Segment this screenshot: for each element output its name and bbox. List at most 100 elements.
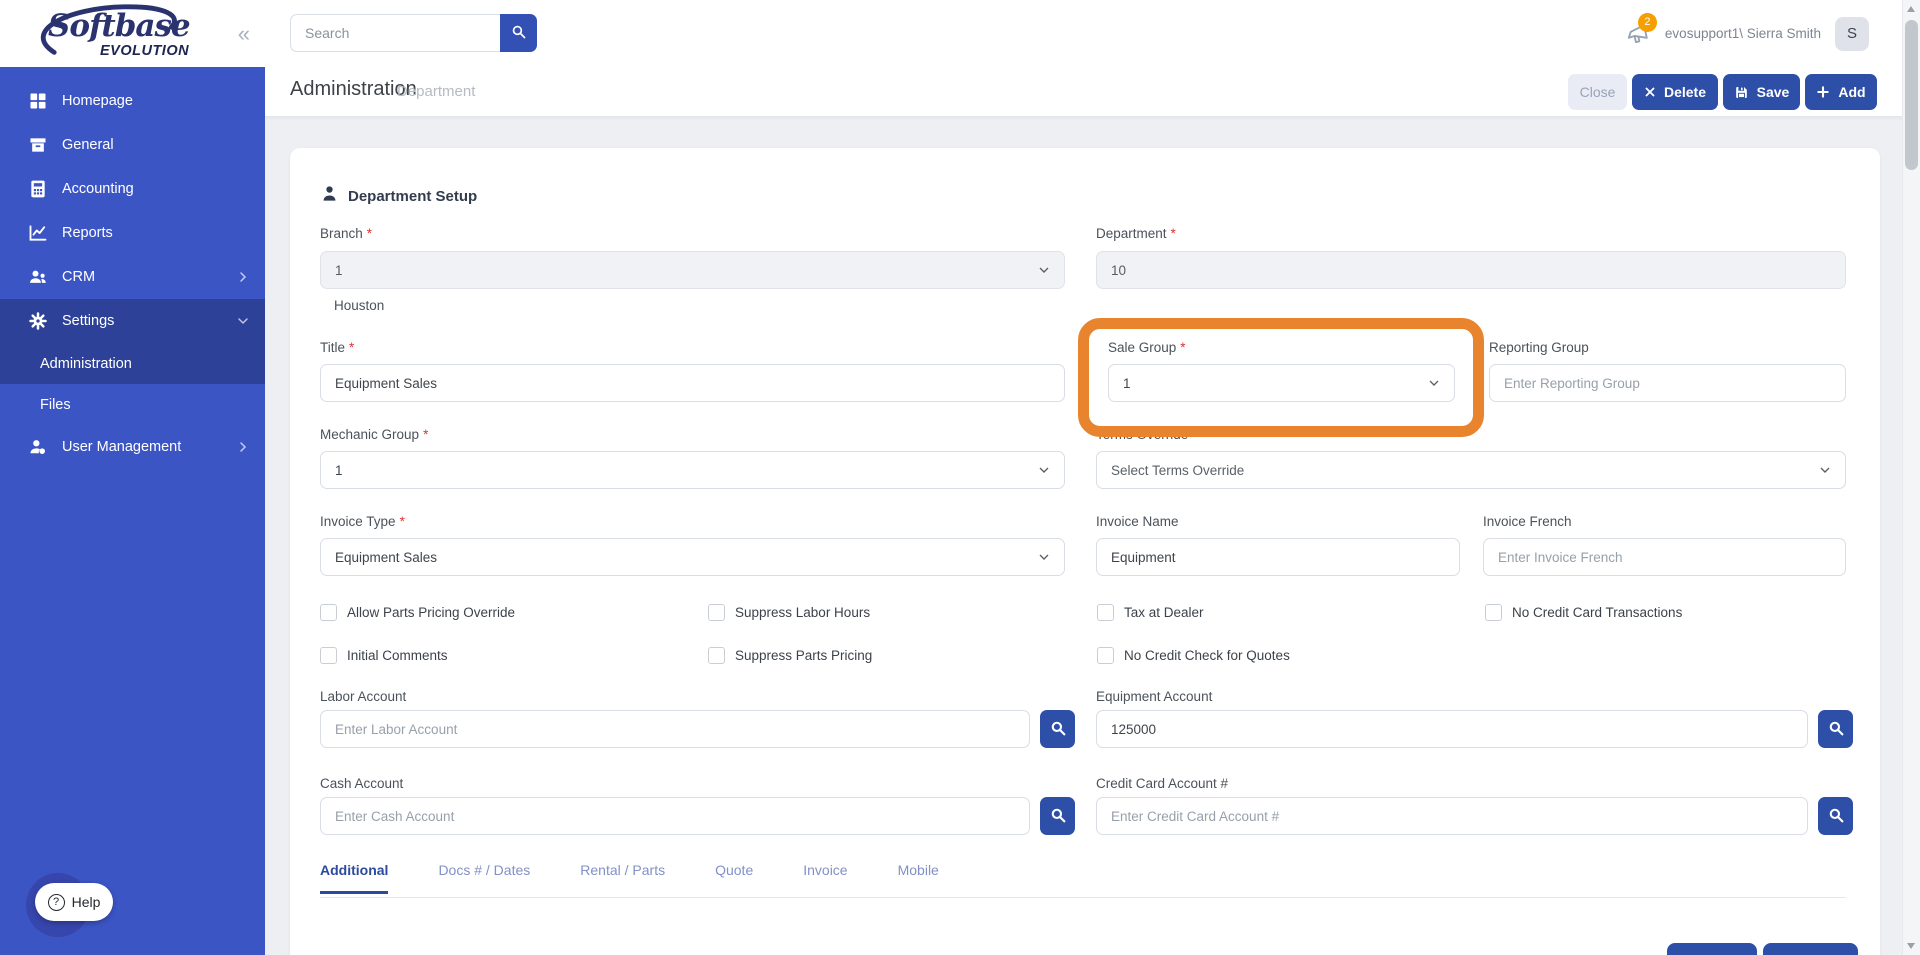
checkbox[interactable] [320,604,337,621]
save-icon [1734,85,1749,100]
equipment-account-input[interactable] [1096,710,1808,748]
mechanic-group-label: Mechanic Group * [320,427,429,442]
checkbox-label: Initial Comments [347,648,448,663]
labor-account-search-button[interactable] [1040,710,1075,748]
sidebar-item-settings[interactable]: Settings [0,299,265,343]
content-area: Department Setup Branch * 1 Houston Depar… [265,116,1903,955]
labor-account-input[interactable] [320,710,1030,748]
bottom-action-button-2[interactable] [1763,943,1858,955]
invoice-name-label: Invoice Name [1096,514,1179,529]
checkbox-label: Tax at Dealer [1124,605,1204,620]
branch-value: 1 [335,262,343,278]
sidebar-item-accounting[interactable]: Accounting [0,167,265,211]
tab-quote[interactable]: Quote [715,862,753,894]
scrollbar-thumb[interactable] [1905,20,1918,170]
save-button[interactable]: Save [1723,74,1800,110]
checkbox-allow-parts-pricing-override: Allow Parts Pricing Override [320,604,515,621]
notifications-button[interactable]: 2 [1625,12,1657,47]
checkbox[interactable] [1097,604,1114,621]
reporting-group-input[interactable] [1489,364,1846,402]
avatar[interactable]: S [1835,16,1869,51]
search-input[interactable] [290,14,500,52]
help-button[interactable]: ? Help [35,883,113,921]
invoice-type-select[interactable]: Equipment Sales [320,538,1065,576]
tab-docs-dates[interactable]: Docs # / Dates [438,862,530,894]
detail-tabs: Additional Docs # / Dates Rental / Parts… [320,862,939,894]
sidebar-item-user-management[interactable]: User Management [0,425,265,469]
app-root: Softbase EVOLUTION « Homepage General Ac… [0,0,1920,955]
sidebar-item-administration[interactable]: Administration [0,343,265,384]
invoice-type-value: Equipment Sales [335,549,438,565]
tab-mobile[interactable]: Mobile [898,862,939,894]
checkbox-label: No Credit Card Transactions [1512,605,1683,620]
chevron-right-icon [237,441,249,453]
checkbox-label: Allow Parts Pricing Override [347,605,516,620]
invoice-name-input[interactable] [1096,538,1460,576]
person-icon [320,184,339,203]
sidebar-item-crm[interactable]: CRM [0,255,265,299]
calculator-icon [28,179,48,199]
terms-override-select[interactable]: Select Terms Override [1096,451,1846,489]
branch-helper-text: Houston [334,298,385,313]
checkbox[interactable] [1485,604,1502,621]
department-setup-card: Department Setup Branch * 1 Houston Depar… [290,148,1880,955]
title-input[interactable] [320,364,1065,402]
sidebar-item-homepage[interactable]: Homepage [0,79,265,123]
bottom-action-button-1[interactable] [1667,943,1757,955]
chart-icon [28,223,48,243]
sidebar-collapse-icon[interactable]: « [238,21,250,47]
mechanic-group-value: 1 [335,462,343,478]
mechanic-group-select[interactable]: 1 [320,451,1065,489]
department-input[interactable] [1096,251,1846,289]
title-label: Title * [320,340,355,355]
topbar: 2 evosupport1\ Sierra Smith S [265,0,1903,68]
search-button[interactable] [500,14,537,52]
tab-invoice[interactable]: Invoice [803,862,847,894]
sale-group-select[interactable]: 1 [1108,364,1455,402]
checkbox[interactable] [1097,647,1114,664]
invoice-french-label: Invoice French [1483,514,1572,529]
checkbox-suppress-labor-hours: Suppress Labor Hours [708,604,870,621]
checkbox[interactable] [708,647,725,664]
branch-select[interactable]: 1 [320,251,1065,289]
cash-account-search-button[interactable] [1040,797,1075,835]
branch-label: Branch * [320,226,373,241]
search-icon [1049,719,1067,740]
tab-rental-parts[interactable]: Rental / Parts [580,862,665,894]
scroll-down-arrow-icon[interactable] [1907,943,1915,949]
search-icon [510,23,527,43]
scroll-up-arrow-icon[interactable] [1907,6,1915,12]
close-button[interactable]: Close [1568,74,1627,110]
checkbox-label: Suppress Parts Pricing [735,648,873,663]
credit-card-account-search-button[interactable] [1818,797,1853,835]
tab-additional[interactable]: Additional [320,862,389,894]
equipment-account-search-button[interactable] [1818,710,1853,748]
sidebar-item-label: User Management [62,439,182,455]
terms-override-label: Terms Override [1096,427,1189,442]
credit-card-account-input[interactable] [1096,797,1808,835]
delete-button[interactable]: Delete [1632,74,1718,110]
notification-badge: 2 [1637,12,1657,32]
sale-group-value: 1 [1123,375,1131,391]
sidebar-item-files[interactable]: Files [0,384,265,425]
cash-account-input[interactable] [320,797,1030,835]
sidebar: Softbase EVOLUTION « Homepage General Ac… [0,0,265,955]
page-scrollbar[interactable] [1902,0,1920,955]
add-button[interactable]: Add [1805,74,1877,110]
invoice-french-input[interactable] [1483,538,1846,576]
sidebar-item-label: Files [40,396,71,413]
sidebar-item-label: Administration [40,355,132,372]
sidebar-item-general[interactable]: General [0,123,265,167]
brand-name: Softbase [48,8,191,44]
gear-icon [28,311,48,331]
sidebar-item-reports[interactable]: Reports [0,211,265,255]
checkbox-suppress-parts-pricing: Suppress Parts Pricing [708,647,872,664]
delete-button-label: Delete [1663,84,1707,100]
plus-icon [1816,85,1830,99]
sidebar-item-label: Settings [62,313,115,329]
checkbox[interactable] [708,604,725,621]
checkbox[interactable] [320,647,337,664]
checkbox-label: No Credit Check for Quotes [1124,648,1290,663]
close-button-label: Close [1579,84,1616,100]
chevron-down-icon [1036,549,1052,565]
